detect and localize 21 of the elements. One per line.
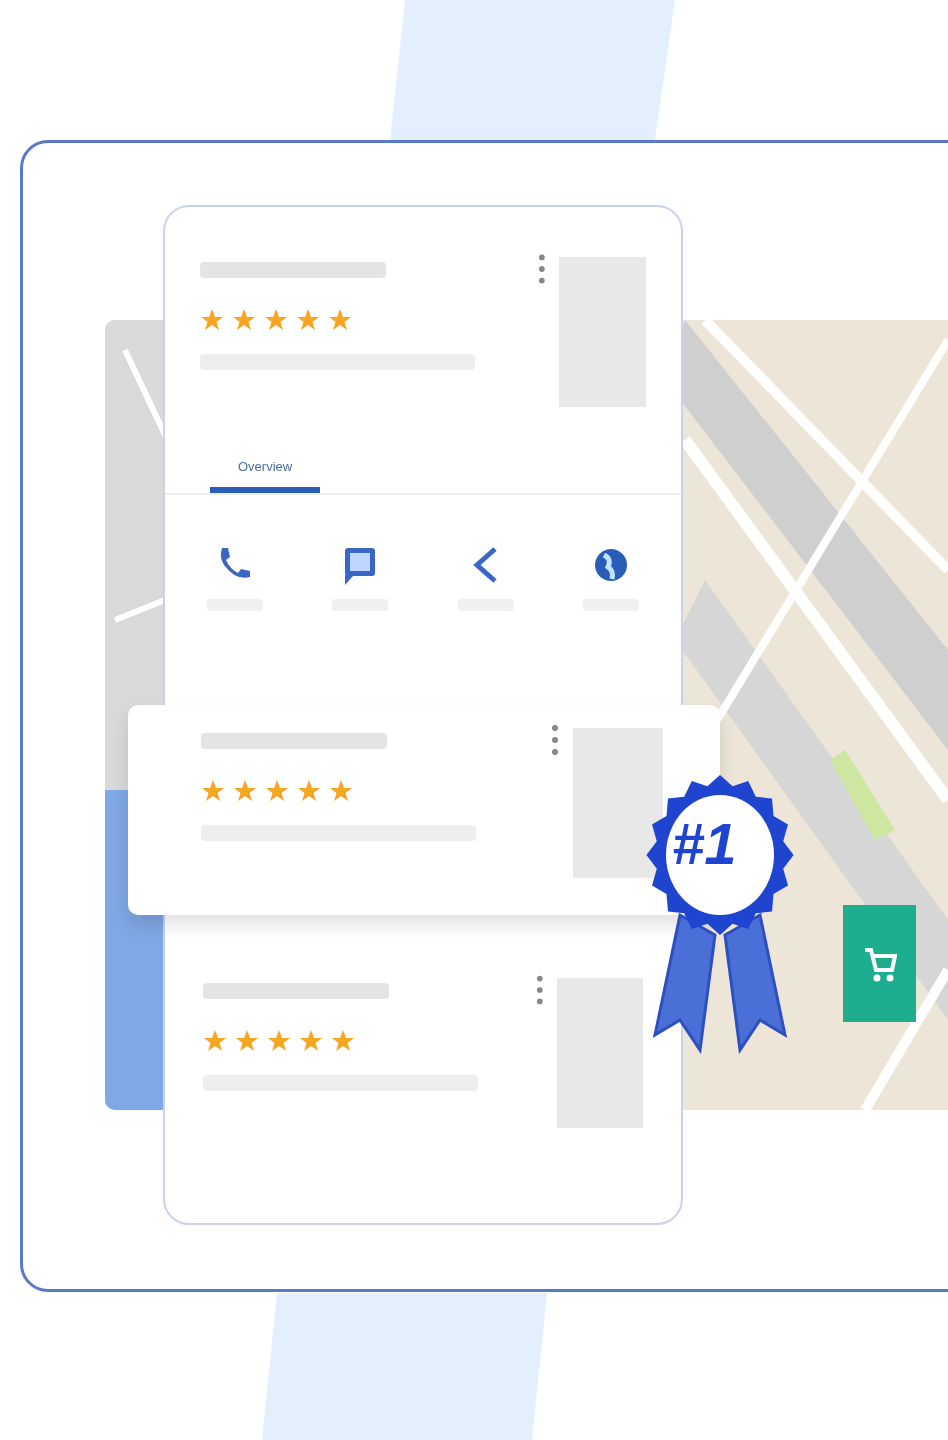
star-icon [235, 1029, 259, 1053]
star-icon [297, 779, 321, 803]
star-icon [232, 308, 256, 332]
star-icon [328, 308, 352, 332]
star-icon [267, 1029, 291, 1053]
star-icon [265, 779, 289, 803]
cart-button[interactable] [843, 905, 916, 1022]
star-icon [329, 779, 353, 803]
tab[interactable]: Overview [210, 457, 321, 493]
more-icon[interactable] [537, 252, 546, 286]
star-icon [331, 1029, 355, 1053]
star-icon [299, 1029, 323, 1053]
star-icon [203, 1029, 227, 1053]
star-icon [296, 308, 320, 332]
badge-label: #1 [672, 815, 737, 873]
star-icon [233, 779, 257, 803]
star-icon [264, 308, 288, 332]
more-icon[interactable] [535, 973, 544, 1007]
more-icon[interactable] [551, 723, 559, 757]
star-icon [201, 779, 225, 803]
star-icon [200, 308, 224, 332]
